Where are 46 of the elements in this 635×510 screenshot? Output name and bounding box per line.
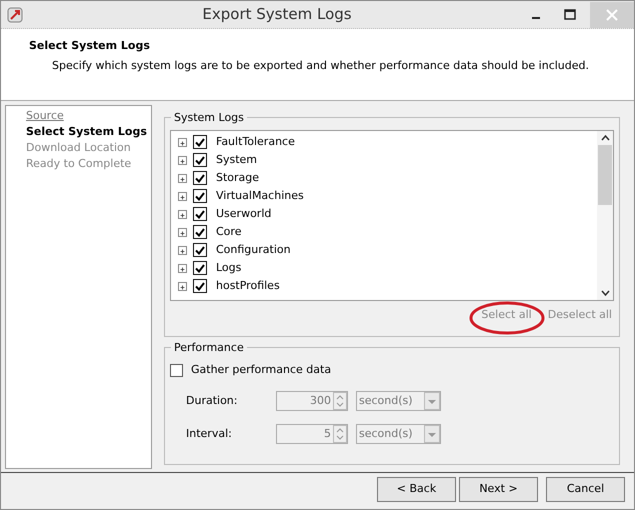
tree-item-label[interactable]: VirtualMachines — [216, 188, 304, 204]
expand-icon[interactable] — [178, 210, 187, 218]
wizard-button[interactable]: Cancel — [546, 477, 625, 502]
checkbox[interactable] — [170, 364, 183, 377]
tree-item-label[interactable]: Configuration — [216, 242, 291, 258]
checkbox-label[interactable]: Gather performance data — [191, 362, 332, 378]
group-title: System Logs — [171, 110, 247, 126]
tree-item-label[interactable]: System — [216, 152, 258, 168]
tree-item-label[interactable]: Storage — [216, 170, 260, 186]
checkbox[interactable] — [193, 153, 207, 167]
expand-icon[interactable] — [178, 282, 187, 290]
expand-icon[interactable] — [178, 174, 187, 182]
maximize-icon[interactable] — [564, 8, 576, 20]
wizard-step[interactable]: Source — [26, 108, 151, 124]
expand-icon[interactable] — [178, 192, 187, 200]
wizard-button[interactable]: Next > — [459, 477, 538, 502]
checkbox[interactable] — [193, 243, 207, 257]
checkbox[interactable] — [193, 225, 207, 239]
scrollbar[interactable] — [597, 131, 613, 300]
wizard-step: Select System Logs — [26, 124, 151, 140]
tree-item-label[interactable]: FaultTolerance — [216, 134, 295, 150]
field-label: Duration: — [186, 392, 238, 409]
checkbox[interactable] — [193, 189, 207, 203]
expand-icon[interactable] — [178, 156, 187, 164]
tree-item-label[interactable]: Core — [216, 224, 242, 240]
app-icon — [6, 6, 24, 24]
tree-item-label[interactable]: hostProfiles — [216, 278, 280, 294]
expand-icon[interactable] — [178, 138, 187, 146]
window-title: Export System Logs — [201, 4, 353, 26]
field-label: Interval: — [186, 426, 233, 442]
page-description: Specify which system logs are to be exported and whether performance data should be included. — [51, 58, 590, 74]
checkbox[interactable] — [193, 207, 207, 221]
expand-icon[interactable] — [178, 264, 187, 272]
checkbox[interactable] — [193, 279, 207, 293]
wizard-step: Ready to Complete — [26, 156, 151, 172]
tree-item-label[interactable]: Userworld — [216, 206, 272, 222]
wizard-step: Download Location — [26, 140, 151, 156]
scroll-thumb[interactable] — [598, 145, 612, 205]
expand-icon[interactable] — [178, 228, 187, 236]
checkbox[interactable] — [193, 135, 207, 149]
tree-item-label[interactable]: Logs — [216, 260, 242, 276]
page-heading: Select System Logs — [29, 38, 151, 54]
checkbox[interactable] — [193, 261, 207, 275]
checkbox[interactable] — [193, 171, 207, 185]
wizard-button[interactable]: < Back — [377, 477, 456, 502]
expand-icon[interactable] — [178, 246, 187, 254]
